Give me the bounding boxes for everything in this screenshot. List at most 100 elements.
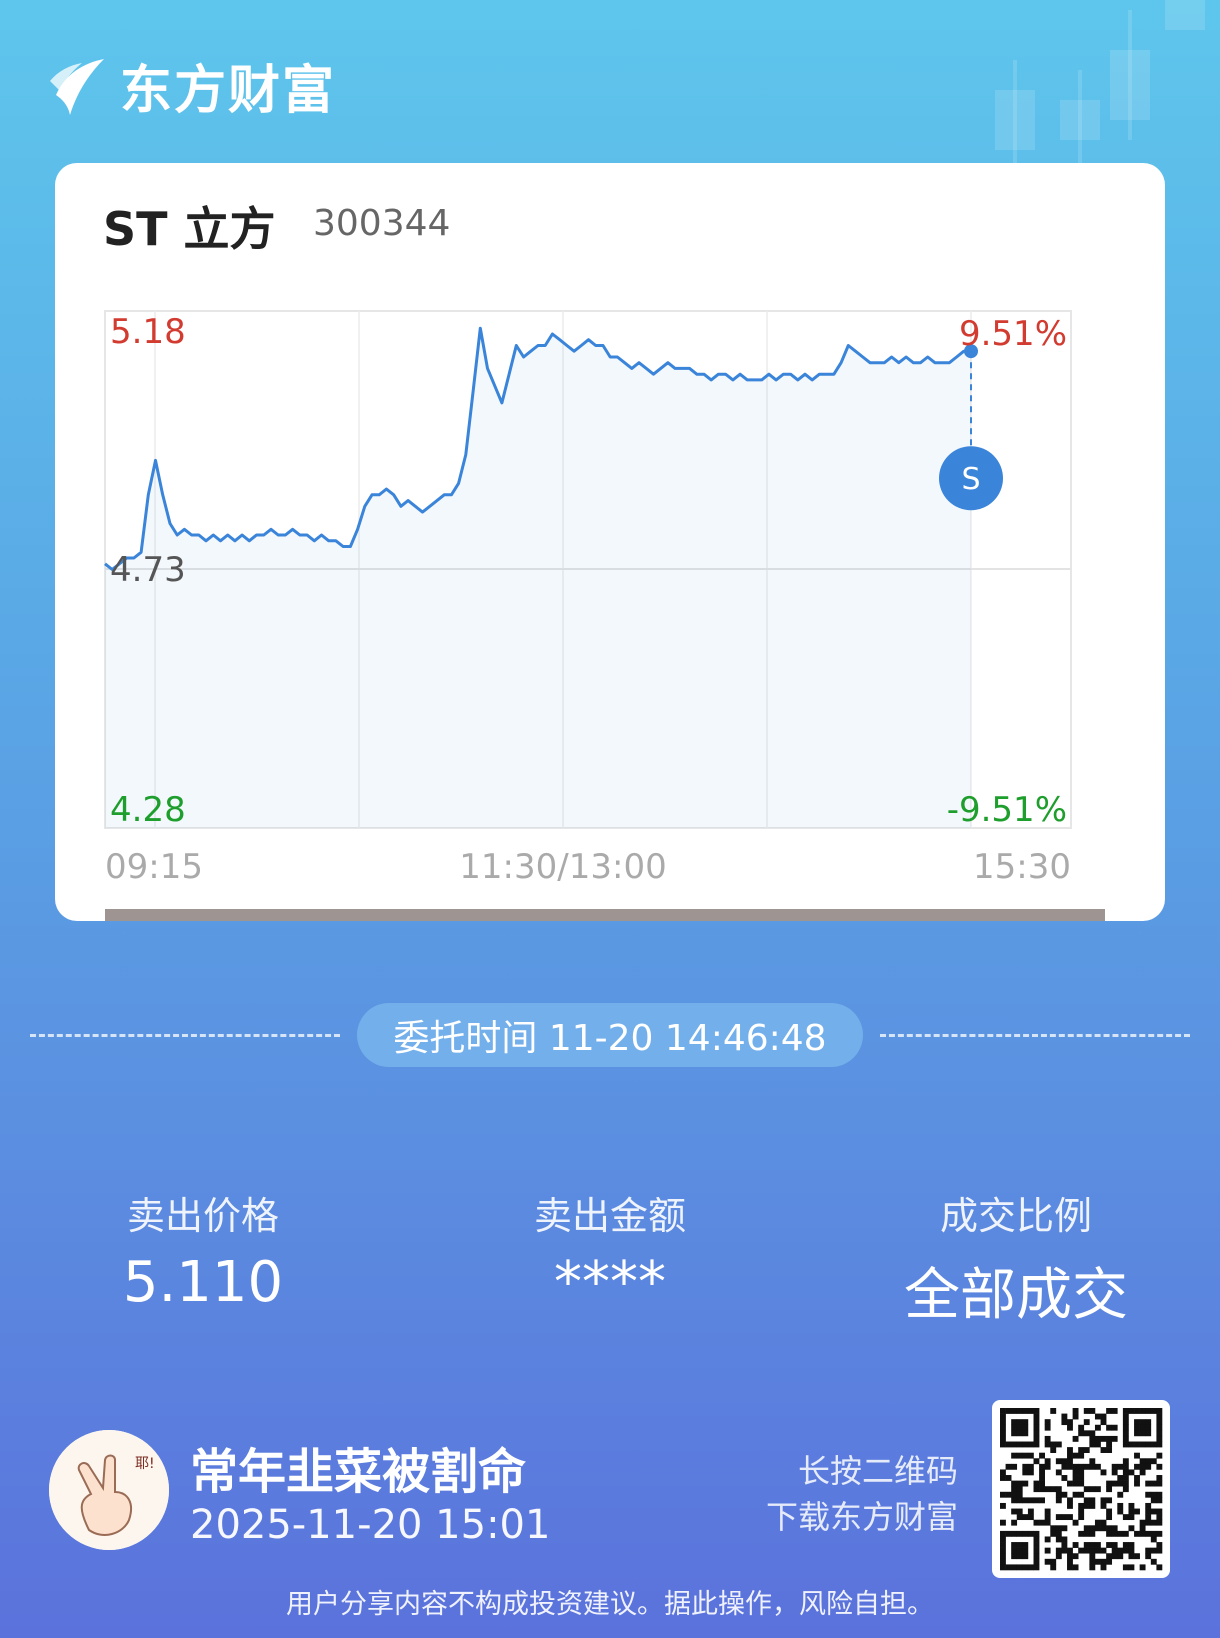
qr-module: [1156, 1413, 1163, 1420]
qr-module: [1022, 1424, 1029, 1431]
qr-module: [1044, 1558, 1051, 1565]
qr-module: [1156, 1480, 1163, 1487]
qr-module: [1022, 1514, 1029, 1521]
qr-module: [1089, 1558, 1096, 1565]
qr-module: [1083, 1542, 1090, 1548]
qr-module: [1089, 1547, 1096, 1554]
qr-module: [1106, 1480, 1113, 1487]
qr-module: [1128, 1553, 1135, 1560]
qr-module: [1005, 1475, 1012, 1481]
qr-module: [1150, 1441, 1157, 1448]
qr-module: [1150, 1491, 1157, 1498]
qr-module: [1016, 1542, 1023, 1548]
qr-module: [1078, 1514, 1085, 1521]
qr-module: [1089, 1463, 1096, 1470]
stat-label: 卖出价格: [126, 1194, 279, 1238]
qr-module: [1089, 1497, 1096, 1504]
eastmoney-logo-icon: [50, 58, 104, 115]
qr-module: [1134, 1452, 1140, 1459]
avatar[interactable]: 耶!: [49, 1430, 169, 1550]
qr-module: [1145, 1547, 1152, 1554]
qr-module: [1106, 1435, 1113, 1442]
qr-module: [1050, 1564, 1057, 1571]
qr-module: [1122, 1469, 1129, 1476]
qr-module: [1022, 1441, 1029, 1448]
qr-module: [1022, 1430, 1029, 1437]
stock-card[interactable]: ST 立方 300344 S 5.18 4.73 4.28 9.51% -9.5…: [55, 163, 1165, 921]
qr-module: [1022, 1452, 1029, 1459]
qr-module: [1134, 1430, 1140, 1437]
qr-module: [1100, 1419, 1107, 1426]
qr-module: [1050, 1408, 1057, 1414]
qr-module: [1022, 1542, 1029, 1548]
qr-module: [1134, 1419, 1140, 1426]
username: 常年韭菜被割命: [190, 1444, 527, 1500]
qr-module: [1139, 1458, 1146, 1465]
qr-module: [1000, 1502, 1006, 1509]
qr-module: [1027, 1530, 1034, 1537]
qr-module: [1016, 1530, 1023, 1537]
qr-module: [1145, 1463, 1152, 1470]
qr-module: [1150, 1536, 1157, 1543]
qr-module: [1089, 1542, 1096, 1548]
qr-module: [1089, 1408, 1096, 1414]
qr-module: [1055, 1491, 1062, 1498]
qr-module: [1117, 1475, 1124, 1481]
qr-module: [1083, 1547, 1090, 1554]
stat-label: 卖出金额: [533, 1194, 686, 1238]
qr-module: [1128, 1502, 1135, 1509]
qr-module: [1022, 1408, 1029, 1414]
qr-module: [1022, 1463, 1029, 1470]
qr-module: [1134, 1530, 1140, 1537]
qr-module: [1100, 1413, 1107, 1420]
qr-module: [1106, 1542, 1113, 1548]
horizontal-scrollbar[interactable]: [105, 909, 1105, 921]
qr-module: [1072, 1564, 1079, 1571]
qr-module: [1111, 1547, 1118, 1554]
avatar-caption: 耶!: [135, 1456, 155, 1472]
qr-module: [1061, 1491, 1068, 1498]
qr-module: [1094, 1435, 1101, 1442]
qr-module: [1134, 1475, 1140, 1481]
qr-module: [1078, 1491, 1085, 1498]
qr-module: [1156, 1497, 1163, 1504]
stat-value: 5.110: [122, 1250, 284, 1315]
qr-module: [1055, 1530, 1062, 1537]
qr-module: [1094, 1413, 1101, 1420]
qr-module: [1111, 1542, 1118, 1548]
qr-module: [1078, 1480, 1085, 1487]
qr-module: [1033, 1408, 1040, 1414]
qr-module: [1027, 1463, 1034, 1470]
qr-module: [1044, 1514, 1051, 1521]
qr-module: [1033, 1553, 1040, 1560]
qr-module: [1055, 1458, 1062, 1465]
qr-module: [1000, 1441, 1006, 1448]
qr-module: [1134, 1480, 1140, 1487]
qr-module: [1122, 1413, 1129, 1420]
qr-module: [1033, 1547, 1040, 1554]
qr-module: [1072, 1553, 1079, 1560]
qr-module: [1156, 1408, 1163, 1414]
qr-module: [1083, 1497, 1090, 1504]
qr-module: [1000, 1558, 1006, 1565]
qr-module: [1033, 1542, 1040, 1548]
qr-module: [1027, 1441, 1034, 1448]
qr-module: [1134, 1508, 1140, 1515]
qr-module: [1005, 1564, 1012, 1571]
qr-module: [1005, 1530, 1012, 1537]
stat-value: ****: [554, 1250, 666, 1315]
share-datetime: 2025-11-20 15:01: [190, 1502, 551, 1548]
qr-module: [1083, 1525, 1090, 1532]
qr-module: [1016, 1553, 1023, 1560]
disclaimer: 用户分享内容不构成投资建议。据此操作，风险自担。: [286, 1589, 934, 1620]
divider-right: [880, 1034, 1190, 1037]
qr-module: [1156, 1419, 1163, 1426]
qr-module: [1150, 1497, 1157, 1504]
qr-module: [1016, 1441, 1023, 1448]
qr-module: [1156, 1475, 1163, 1481]
qr-module: [1122, 1480, 1129, 1487]
qr-module: [1134, 1553, 1140, 1560]
qr-module: [1139, 1408, 1146, 1414]
qr-hint-line2: 下载东方财富: [765, 1498, 958, 1536]
download-qr-code[interactable]: [992, 1400, 1170, 1578]
